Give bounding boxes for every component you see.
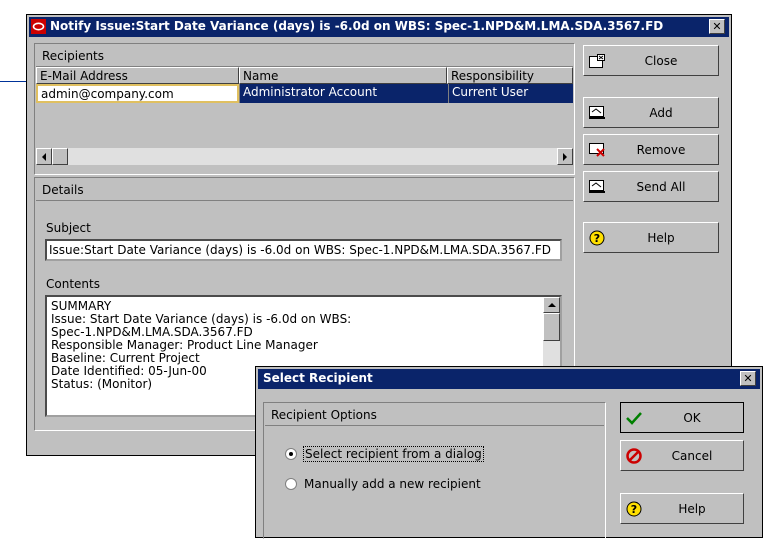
send-all-icon [584,179,610,194]
recipients-label: Recipients [42,49,105,63]
responsibility-cell[interactable]: Current User [448,84,573,103]
arrow-up-icon [547,303,556,307]
dialog-help-button[interactable]: ? Help [620,493,744,524]
horizontal-scrollbar[interactable] [36,148,573,165]
close-window-button[interactable]: ✕ [709,19,725,34]
recipient-options-panel: Recipient Options Select recipient from … [263,402,606,539]
remove-button[interactable]: Remove [583,134,719,165]
option-select-from-dialog-label: Select recipient from a dialog [303,446,484,462]
email-value: admin@company.com [41,87,174,101]
radio-manually-add[interactable] [285,478,297,490]
close-button-label: Close [644,53,678,68]
close-doc-icon [584,53,610,68]
close-icon: ✕ [743,372,753,385]
column-header-name[interactable]: Name [239,67,447,84]
scroll-thumb[interactable] [52,148,68,165]
subject-field[interactable]: Issue:Start Date Variance (days) is -6.0… [45,239,562,261]
help-button[interactable]: ? Help [583,222,719,253]
details-header: Details [36,179,573,201]
radio-selected-dot [289,452,293,456]
subject-label: Subject [46,221,91,235]
table-row[interactable]: admin@company.com Administrator Account … [36,84,573,103]
help-icon: ? [621,501,647,517]
scroll-left-button[interactable] [36,148,52,165]
dialog-title: Select Recipient [263,371,373,385]
subject-value: Issue:Start Date Variance (days) is -6.0… [49,243,552,257]
contents-label: Contents [46,277,100,291]
add-button[interactable]: Add [583,97,719,128]
column-header-responsibility-label: Responsibility [451,69,535,83]
remove-button-label: Remove [636,142,686,157]
arrow-right-icon [563,152,567,161]
add-recipient-icon [584,105,610,120]
recipients-header: Recipients [36,45,573,67]
cancel-button[interactable]: Cancel [620,440,744,471]
column-header-email-label: E-Mail Address [40,69,128,83]
svg-text:?: ? [594,232,600,245]
remove-recipient-icon [584,142,610,157]
send-all-button-label: Send All [636,179,686,194]
help-button-label: Help [647,230,675,245]
arrow-left-icon [42,152,46,161]
column-header-name-label: Name [243,69,279,83]
cancel-button-label: Cancel [671,448,713,463]
recipient-options-header: Recipient Options [265,404,604,426]
email-cell[interactable]: admin@company.com [36,84,239,103]
dialog-title-bar: Select Recipient ✕ [258,369,760,389]
column-header-email[interactable]: E-Mail Address [36,67,239,84]
send-all-button[interactable]: Send All [583,171,719,202]
add-button-label: Add [649,105,673,120]
close-button[interactable]: Close [583,45,719,76]
title-bar: Notify Issue:Start Date Variance (days) … [29,17,729,37]
radio-select-from-dialog[interactable] [285,448,297,460]
name-cell[interactable]: Administrator Account [239,84,448,103]
svg-text:?: ? [631,503,637,516]
column-header-responsibility[interactable]: Responsibility [447,67,573,84]
app-icon [31,19,46,34]
select-recipient-dialog: Select Recipient ✕ Recipient Options Sel… [255,366,763,539]
close-icon: ✕ [712,20,722,33]
ok-button-label: OK [683,410,701,425]
recipient-options-label: Recipient Options [271,408,377,422]
dialog-close-button[interactable]: ✕ [740,371,756,386]
option-select-from-dialog[interactable]: Select recipient from a dialog [285,446,484,462]
details-label: Details [42,183,84,197]
ok-button[interactable]: OK [620,402,744,433]
scroll-right-button[interactable] [557,148,573,165]
checkmark-icon [621,411,647,425]
recipients-panel: Recipients E-Mail Address Name Responsib… [34,43,575,175]
name-value: Administrator Account [243,85,378,99]
cancel-icon [621,447,647,464]
dialog-help-button-label: Help [678,501,706,516]
option-manually-add[interactable]: Manually add a new recipient [285,477,481,491]
help-icon: ? [584,230,610,246]
scroll-thumb-vertical[interactable] [543,313,560,341]
window-title: Notify Issue:Start Date Variance (days) … [50,19,664,33]
option-manually-add-label: Manually add a new recipient [304,477,481,491]
responsibility-value: Current User [452,85,529,99]
scroll-up-button[interactable] [543,297,560,313]
